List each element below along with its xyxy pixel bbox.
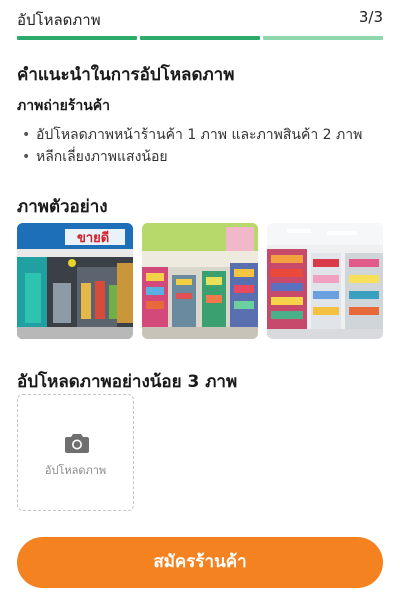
progress-bar: [17, 36, 383, 40]
progress-segment: [17, 36, 137, 40]
example-images: ขายดี: [17, 223, 383, 339]
progress-segment: [140, 36, 260, 40]
guide-item: อัปโหลดภาพหน้าร้านค้า 1 ภาพ และภาพสินค้า…: [22, 124, 362, 146]
header: อัปโหลดภาพ 3/3: [0, 0, 400, 40]
register-store-button[interactable]: สมัครร้านค้า: [17, 537, 383, 588]
upload-image-button[interactable]: อัปโหลดภาพ: [17, 394, 134, 511]
progress-segment: [263, 36, 383, 40]
store-interior-photo-2: [267, 223, 383, 339]
guide-title: คำแนะนำในการอัปโหลดภาพ: [17, 65, 235, 85]
upload-image-label: อัปโหลดภาพ: [44, 464, 107, 477]
store-sign-text: ขายดี: [77, 230, 109, 246]
guide-list: อัปโหลดภาพหน้าร้านค้า 1 ภาพ และภาพสินค้า…: [22, 124, 362, 168]
store-interior-photo-1: [142, 223, 258, 339]
examples-title: ภาพตัวอย่าง: [17, 197, 108, 217]
guide-subtitle: ภาพถ่ายร้านค้า: [17, 98, 111, 114]
upload-title: อัปโหลดภาพอย่างน้อย 3 ภาพ: [17, 372, 238, 392]
guide-item: หลีกเลี่ยงภาพแสงน้อย: [22, 146, 362, 168]
step-indicator: 3/3: [358, 8, 383, 26]
storefront-photo: ขายดี: [17, 223, 133, 339]
page-title: อัปโหลดภาพ: [17, 11, 101, 29]
camera-icon: [65, 434, 89, 453]
